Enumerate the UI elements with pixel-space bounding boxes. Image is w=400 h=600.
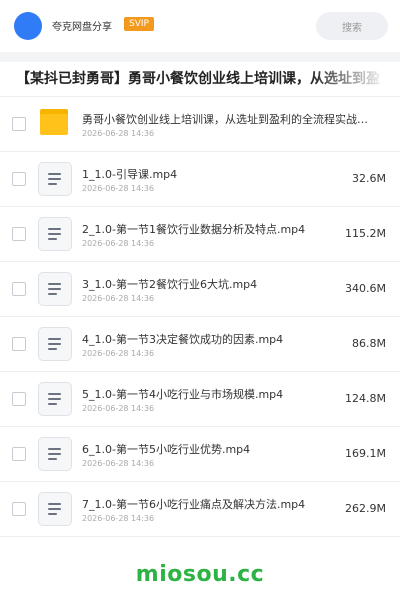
file-row[interactable]: 3_1.0-第一节2餐饮行业6大坑.mp4 2026-06-28 14:36 3… — [0, 262, 400, 317]
file-size: 124.8M — [345, 392, 386, 405]
svip-badge: SVIP — [124, 17, 154, 31]
file-size: 86.8M — [352, 337, 386, 350]
file-size: 32.6M — [352, 172, 386, 185]
select-checkbox[interactable] — [12, 447, 26, 461]
file-name: 4_1.0-第一节3决定餐饮成功的因素.mp4 — [82, 333, 284, 346]
share-title-bar: 【某抖已封勇哥】勇哥小餐饮创业线上培训课，从选址到盈 — [0, 62, 400, 97]
file-name: 1_1.0-引导课.mp4 — [82, 168, 178, 181]
file-row[interactable]: 2_1.0-第一节1餐饮行业数据分析及特点.mp4 2026-06-28 14:… — [0, 207, 400, 262]
file-date: 2026-06-28 14:36 — [82, 294, 155, 303]
video-file-icon — [38, 382, 72, 416]
folder-date: 2026-06-28 14:36 — [82, 129, 155, 138]
select-checkbox[interactable] — [12, 227, 26, 241]
select-checkbox[interactable] — [12, 172, 26, 186]
video-file-icon — [38, 272, 72, 306]
file-name: 2_1.0-第一节1餐饮行业数据分析及特点.mp4 — [82, 223, 306, 236]
file-row[interactable]: 6_1.0-第一节5小吃行业优势.mp4 2026-06-28 14:36 16… — [0, 427, 400, 482]
folder-icon — [40, 109, 68, 135]
file-row[interactable]: 7_1.0-第一节6小吃行业痛点及解决方法.mp4 2026-06-28 14:… — [0, 482, 400, 537]
file-row[interactable]: 1_1.0-引导课.mp4 2026-06-28 14:36 32.6M — [0, 152, 400, 207]
file-name: 5_1.0-第一节4小吃行业与市场规模.mp4 — [82, 388, 284, 401]
file-size: 169.1M — [345, 447, 386, 460]
select-checkbox[interactable] — [12, 117, 26, 131]
video-file-icon — [38, 327, 72, 361]
file-date: 2026-06-28 14:36 — [82, 514, 155, 523]
share-owner-name: 夸克网盘分享 — [52, 22, 112, 33]
watermark-text: miosou.cc — [135, 562, 265, 587]
select-checkbox[interactable] — [12, 337, 26, 351]
select-checkbox[interactable] — [12, 282, 26, 296]
video-file-icon — [38, 162, 72, 196]
header-divider — [0, 52, 400, 62]
file-name: 6_1.0-第一节5小吃行业优势.mp4 — [82, 443, 251, 456]
search-label: 搜索 — [342, 22, 362, 34]
avatar[interactable] — [14, 12, 42, 40]
file-size: 340.6M — [345, 282, 386, 295]
file-size: 115.2M — [345, 227, 386, 240]
video-file-icon — [38, 217, 72, 251]
file-date: 2026-06-28 14:36 — [82, 184, 155, 193]
select-checkbox[interactable] — [12, 392, 26, 406]
file-size: 262.9M — [345, 502, 386, 515]
file-name: 3_1.0-第一节2餐饮行业6大坑.mp4 — [82, 278, 258, 291]
file-row[interactable]: 4_1.0-第一节3决定餐饮成功的因素.mp4 2026-06-28 14:36… — [0, 317, 400, 372]
file-date: 2026-06-28 14:36 — [82, 404, 155, 413]
search-button[interactable]: 搜索 — [316, 12, 388, 40]
file-date: 2026-06-28 14:36 — [82, 239, 155, 248]
video-file-icon — [38, 492, 72, 526]
file-row[interactable]: 5_1.0-第一节4小吃行业与市场规模.mp4 2026-06-28 14:36… — [0, 372, 400, 427]
video-file-icon — [38, 437, 72, 471]
file-name: 7_1.0-第一节6小吃行业痛点及解决方法.mp4 — [82, 498, 306, 511]
file-date: 2026-06-28 14:36 — [82, 459, 155, 468]
share-header: 夸克网盘分享 SVIP 搜索 — [0, 0, 400, 52]
folder-name: 勇哥小餐饮创业线上培训课，从选址到盈利的全流程实战… — [82, 113, 368, 126]
file-date: 2026-06-28 14:36 — [82, 349, 155, 358]
file-list: 勇哥小餐饮创业线上培训课，从选址到盈利的全流程实战… 2026-06-28 14… — [0, 97, 400, 537]
select-checkbox[interactable] — [12, 502, 26, 516]
title-fade — [310, 62, 400, 96]
folder-row[interactable]: 勇哥小餐饮创业线上培训课，从选址到盈利的全流程实战… 2026-06-28 14… — [0, 97, 400, 152]
